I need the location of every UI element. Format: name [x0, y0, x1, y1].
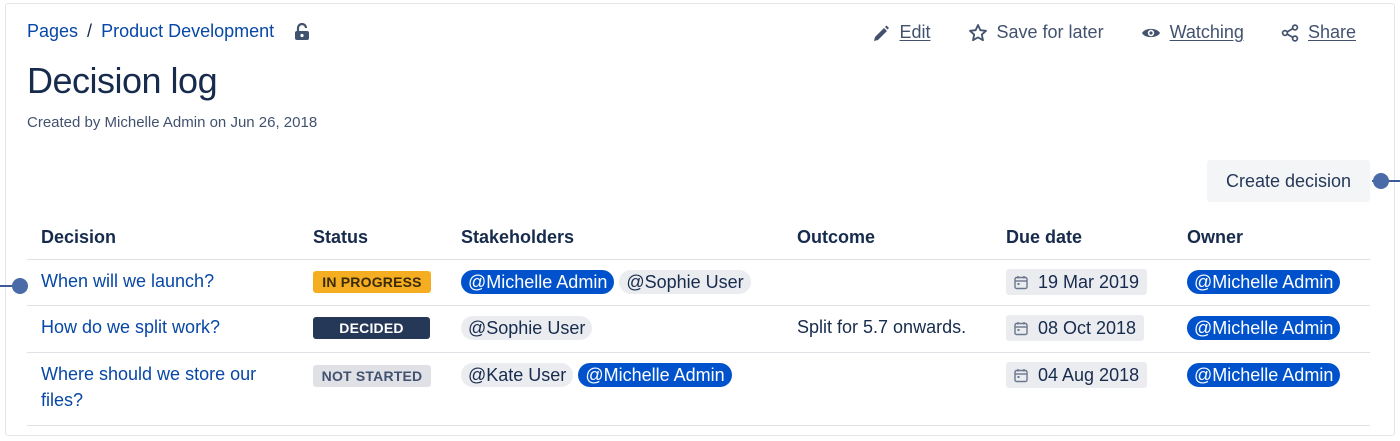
share-button[interactable]: Share	[1281, 22, 1356, 43]
page-title: Decision log	[27, 60, 218, 101]
status-badge: NOT STARTED	[313, 365, 431, 387]
decision-link[interactable]: Where should we store our files?	[41, 361, 291, 413]
due-date-text: 04 Aug 2018	[1038, 364, 1140, 385]
due-date-chip[interactable]: 04 Aug 2018	[1006, 362, 1148, 388]
unlock-icon[interactable]	[294, 22, 310, 41]
breadcrumb-space-link[interactable]: Product Development	[101, 21, 274, 42]
header-outcome: Outcome	[797, 227, 876, 247]
star-icon	[968, 23, 987, 41]
header-status: Status	[313, 227, 369, 247]
page-byline: Created by Michelle Admin on Jun 26, 201…	[27, 114, 318, 131]
save-for-later-button[interactable]: Save for later	[968, 22, 1104, 43]
header-due-date: Due date	[1006, 227, 1083, 247]
owner-mention[interactable]: @Michelle Admin	[1187, 270, 1341, 294]
due-date-chip[interactable]: 19 Mar 2019	[1006, 269, 1148, 295]
breadcrumb-pages-link[interactable]: Pages	[27, 21, 78, 42]
create-decision-button[interactable]: Create decision	[1207, 160, 1370, 202]
stakeholder-mention[interactable]: @Kate User	[461, 363, 574, 387]
breadcrumb: Pages / Product Development	[27, 21, 310, 42]
due-date-text: 19 Mar 2019	[1038, 271, 1140, 292]
watching-label: Watching	[1169, 22, 1244, 42]
table-row: When will we launch? IN PROGRESS @Michel…	[27, 260, 1370, 306]
calendar-icon	[1014, 275, 1028, 289]
breadcrumb-separator: /	[87, 21, 93, 41]
share-icon	[1281, 23, 1299, 42]
decision-table: Decision Status Stakeholders Outcome Due…	[27, 214, 1370, 426]
stakeholder-mention[interactable]: @Michelle Admin	[461, 270, 615, 294]
due-date-text: 08 Oct 2018	[1038, 317, 1137, 338]
header-stakeholders: Stakeholders	[461, 227, 575, 247]
stakeholder-mention[interactable]: @Sophie User	[461, 316, 593, 340]
pencil-icon	[874, 25, 890, 41]
calendar-icon	[1014, 368, 1028, 382]
decision-link[interactable]: How do we split work?	[41, 314, 291, 340]
owner-mention[interactable]: @Michelle Admin	[1187, 316, 1341, 340]
decision-link[interactable]: When will we launch?	[41, 268, 291, 294]
table-header-row: Decision Status Stakeholders Outcome Due…	[27, 214, 1370, 260]
calendar-icon	[1014, 321, 1028, 335]
callout-dot-left	[12, 278, 28, 294]
share-label: Share	[1307, 22, 1356, 42]
save-for-later-label: Save for later	[996, 22, 1104, 42]
page-actions: Edit Save for later Watching Share	[835, 22, 1356, 43]
header-decision: Decision	[41, 227, 117, 247]
table-row: Where should we store our files? NOT STA…	[27, 353, 1370, 426]
watching-button[interactable]: Watching	[1141, 22, 1244, 43]
outcome-text: Split for 5.7 onwards.	[797, 317, 967, 337]
edit-button[interactable]: Edit	[872, 22, 931, 43]
owner-mention[interactable]: @Michelle Admin	[1187, 363, 1341, 387]
eye-icon	[1141, 28, 1160, 37]
stakeholder-mention[interactable]: @Michelle Admin	[578, 363, 732, 387]
due-date-chip[interactable]: 08 Oct 2018	[1006, 315, 1145, 341]
status-badge: IN PROGRESS	[313, 271, 431, 293]
table-row: How do we split work? DECIDED @Sophie Us…	[27, 306, 1370, 353]
callout-dot-right	[1373, 173, 1389, 189]
stakeholder-mention[interactable]: @Sophie User	[619, 270, 751, 294]
edit-label: Edit	[899, 22, 931, 42]
header-owner: Owner	[1187, 227, 1244, 247]
status-badge: DECIDED	[313, 317, 430, 339]
